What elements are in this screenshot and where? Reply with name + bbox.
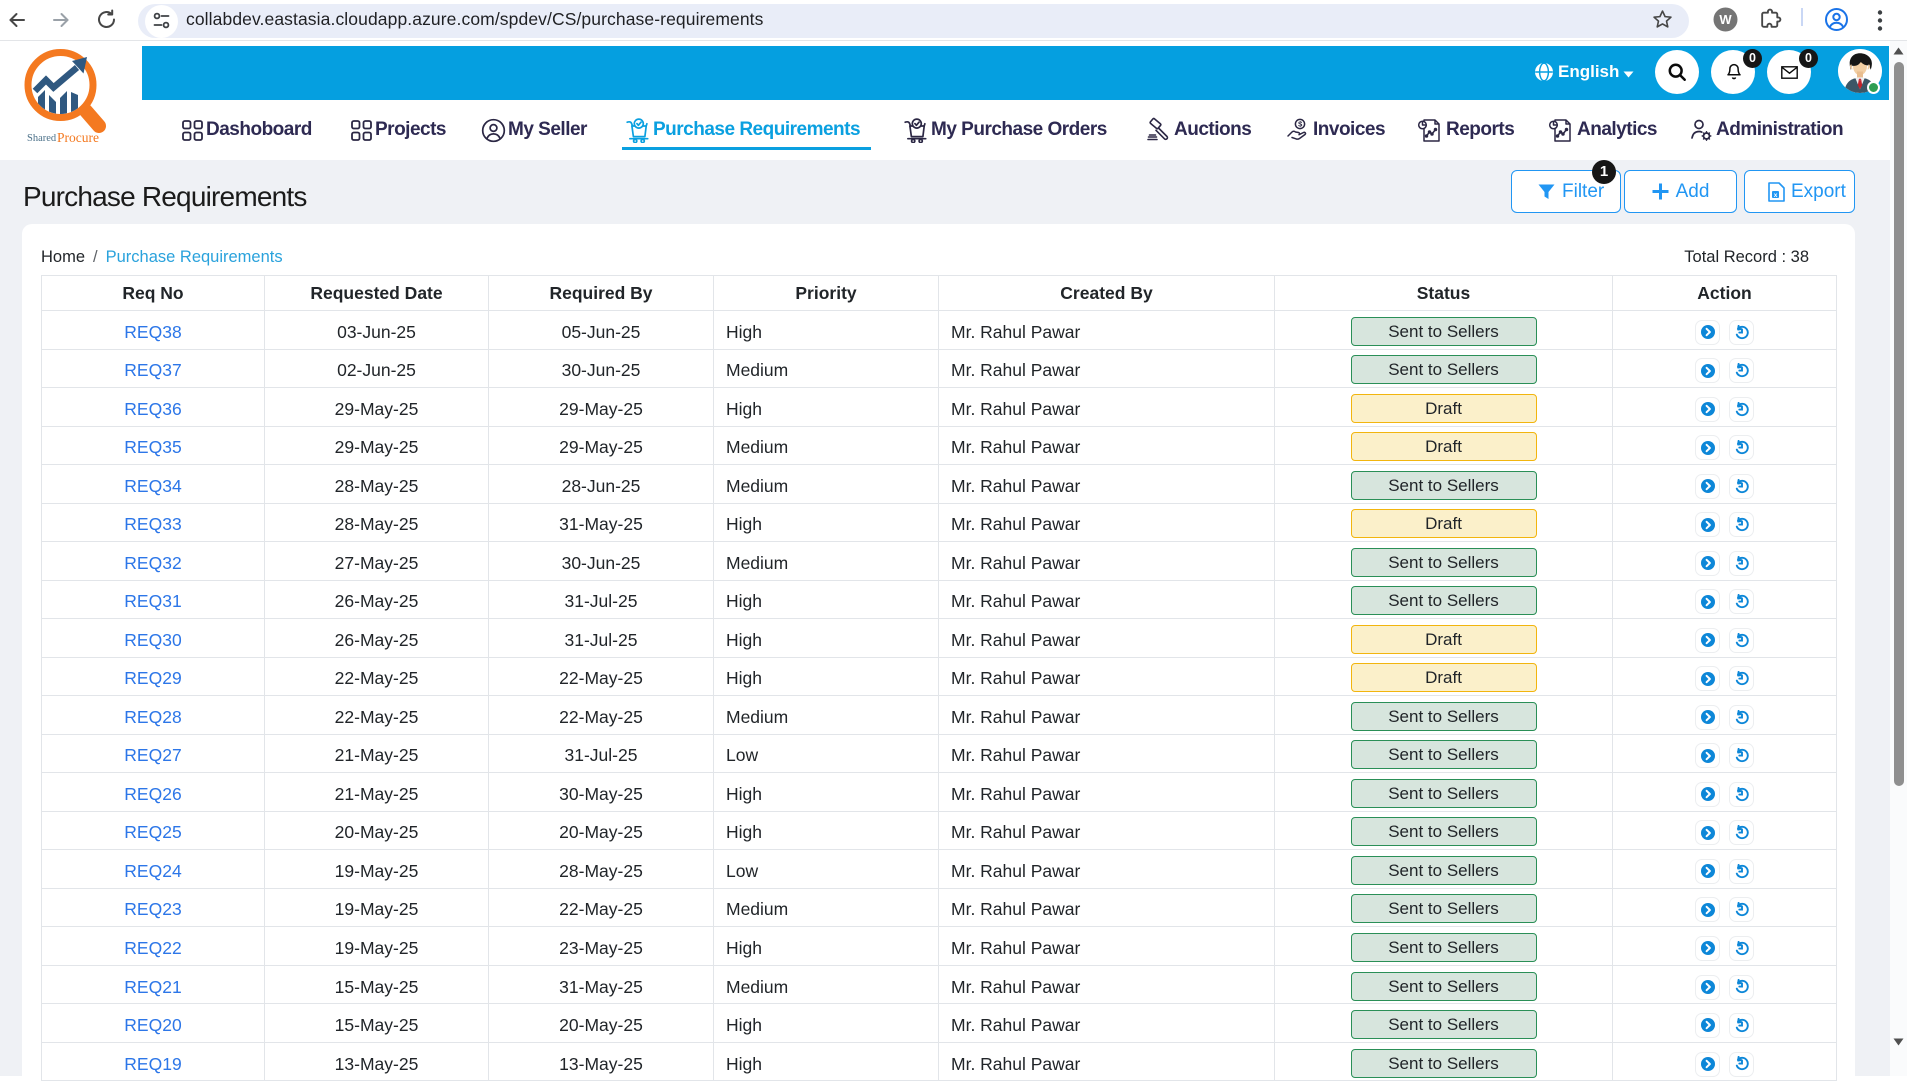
svg-text:x: x [1774,191,1778,198]
svg-text:W: W [1719,12,1732,27]
svg-text:Shared: Shared [27,133,57,144]
svg-text:Procure: Procure [57,130,99,145]
